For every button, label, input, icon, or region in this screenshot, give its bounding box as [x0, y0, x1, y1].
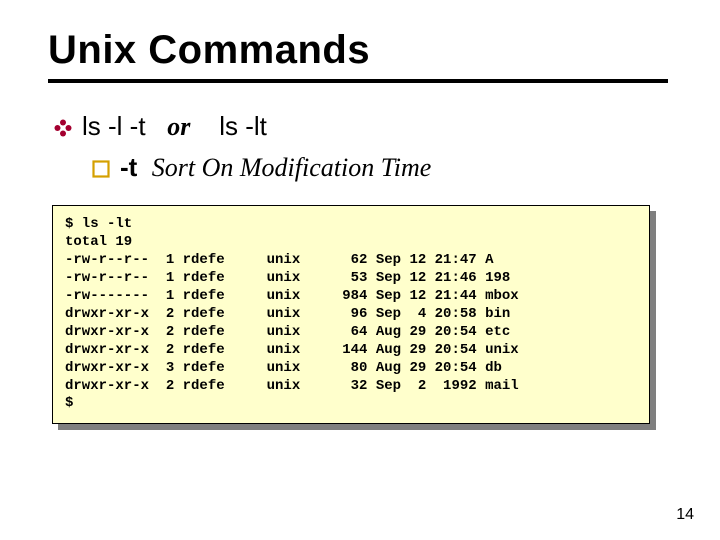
term-file-row: drwxr-xr-x 2 rdefe unix 32 Sep 2 1992 ma…	[65, 378, 637, 396]
flower-bullet-icon	[54, 119, 72, 137]
slide-title: Unix Commands	[48, 28, 672, 73]
term-line-total: total 19	[65, 234, 637, 252]
term-file-row: drwxr-xr-x 3 rdefe unix 80 Aug 29 20:54 …	[65, 360, 637, 378]
cmd-2: ls -lt	[219, 111, 267, 141]
flag-t: -t	[120, 152, 137, 182]
term-file-row: drwxr-xr-x 2 rdefe unix 64 Aug 29 20:54 …	[65, 324, 637, 342]
bullet-1: ls -l -t or ls -lt	[54, 111, 672, 142]
or-word: or	[167, 112, 190, 141]
term-file-row: -rw------- 1 rdefe unix 984 Sep 12 21:44…	[65, 288, 637, 306]
title-rule	[48, 79, 668, 83]
bullet-1-text: ls -l -t or ls -lt	[82, 111, 267, 142]
term-file-row: drwxr-xr-x 2 rdefe unix 96 Sep 4 20:58 b…	[65, 306, 637, 324]
terminal-block: $ ls -lt total 19 -rw-r--r-- 1 rdefe uni…	[52, 205, 650, 424]
term-file-row: -rw-r--r-- 1 rdefe unix 62 Sep 12 21:47 …	[65, 252, 637, 270]
term-file-row: drwxr-xr-x 2 rdefe unix 144 Aug 29 20:54…	[65, 342, 637, 360]
term-line-prompt-end: $	[65, 395, 637, 413]
term-file-row: -rw-r--r-- 1 rdefe unix 53 Sep 12 21:46 …	[65, 270, 637, 288]
page-number: 14	[676, 506, 694, 524]
term-line-prompt: $ ls -lt	[65, 216, 637, 234]
bullet-2: -t Sort On Modification Time	[92, 152, 672, 183]
slide: Unix Commands ls -l -t or ls -lt -t Sort…	[0, 0, 720, 540]
cmd-1: ls -l -t	[82, 111, 146, 141]
terminal-output: $ ls -lt total 19 -rw-r--r-- 1 rdefe uni…	[52, 205, 650, 424]
flag-desc: Sort On Modification Time	[152, 153, 432, 182]
square-bullet-icon	[92, 160, 110, 178]
bullet-2-text: -t Sort On Modification Time	[120, 152, 431, 183]
